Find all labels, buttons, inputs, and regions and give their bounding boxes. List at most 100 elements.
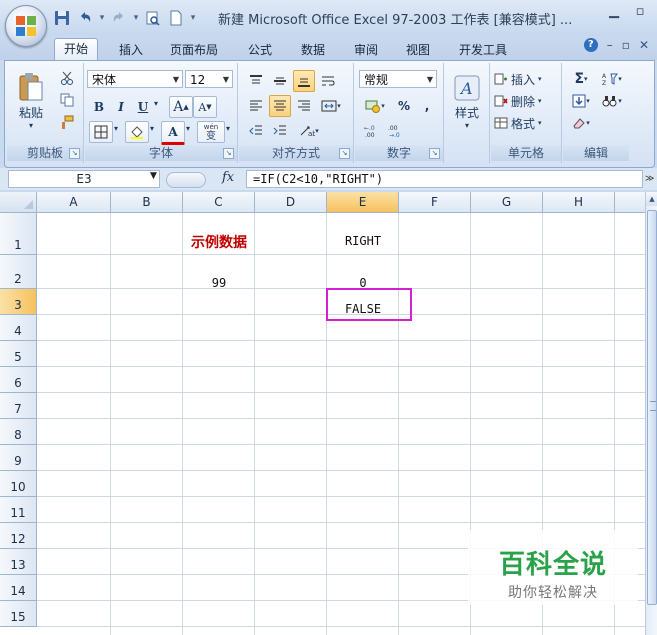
column-header-h[interactable]: H xyxy=(543,192,615,213)
tab-review[interactable]: 审阅 xyxy=(352,40,380,60)
row-header-11[interactable]: 11 xyxy=(0,497,37,523)
increase-decimal-icon[interactable]: ←.0.00 xyxy=(361,120,385,142)
column-header-a[interactable]: A xyxy=(37,192,111,213)
align-bottom-icon[interactable] xyxy=(293,70,315,92)
insert-function-button[interactable]: fx xyxy=(222,170,234,185)
row-header-6[interactable]: 6 xyxy=(0,367,37,393)
maximize-icon[interactable]: ▫ xyxy=(629,4,651,22)
borders-dropdown-icon[interactable]: ▾ xyxy=(112,124,120,133)
redo-icon[interactable] xyxy=(109,9,129,27)
tab-page-layout[interactable]: 页面布局 xyxy=(168,40,220,60)
tab-insert[interactable]: 插入 xyxy=(117,40,145,60)
tab-formulas[interactable]: 公式 xyxy=(246,40,274,60)
row-header-2[interactable]: 2 xyxy=(0,255,37,289)
borders-icon[interactable] xyxy=(89,121,113,143)
font-color-dropdown-icon[interactable]: ▾ xyxy=(184,124,192,133)
align-middle-icon[interactable] xyxy=(269,70,291,92)
underline-button[interactable]: U xyxy=(133,96,153,118)
cell-c2[interactable]: 99 xyxy=(183,276,255,290)
cut-icon[interactable] xyxy=(55,67,79,89)
font-launcher-icon[interactable]: ↘ xyxy=(223,148,234,159)
italic-button[interactable]: I xyxy=(111,96,131,118)
decrease-decimal-icon[interactable]: .00 →.0 xyxy=(385,120,409,142)
font-name-select[interactable]: 宋体 ▼ xyxy=(87,70,183,88)
row-header-4[interactable]: 4 xyxy=(0,315,37,341)
phonetic-guide-button[interactable]: wén 变 xyxy=(197,121,225,143)
sort-filter-icon[interactable]: A Z ▾ xyxy=(597,68,627,90)
formula-input[interactable]: =IF(C2<10,"RIGHT") xyxy=(246,170,643,188)
redo-dropdown-icon[interactable]: ▾ xyxy=(132,13,140,23)
name-box[interactable]: E3 xyxy=(8,170,160,188)
find-select-icon[interactable]: ▾ xyxy=(597,90,627,112)
tab-home[interactable]: 开始 xyxy=(54,38,99,61)
fill-icon[interactable]: ▾ xyxy=(567,90,595,112)
bold-button[interactable]: B xyxy=(89,96,109,118)
autosum-icon[interactable]: Σ ▾ xyxy=(567,68,595,90)
row-header-13[interactable]: 13 xyxy=(0,549,37,575)
fill-color-dropdown-icon[interactable]: ▾ xyxy=(148,124,156,133)
workbook-close-icon[interactable]: ✕ xyxy=(639,38,649,52)
paste-dropdown-icon[interactable]: ▾ xyxy=(29,121,33,130)
row-header-3[interactable]: 3 xyxy=(0,289,37,315)
delete-cells-button[interactable]: 删除 ▾ xyxy=(493,90,559,112)
styles-button[interactable]: A 样式 ▾ xyxy=(449,67,485,137)
grow-font-button[interactable]: A ▲ xyxy=(169,96,193,118)
formula-cancel-enter-icon[interactable] xyxy=(166,172,206,188)
expand-formula-bar-icon[interactable]: ≫ xyxy=(645,170,656,188)
workbook-restore-icon[interactable]: ▫ xyxy=(622,38,630,52)
format-painter-icon[interactable] xyxy=(55,111,79,133)
row-header-9[interactable]: 9 xyxy=(0,445,37,471)
scroll-up-arrow-icon[interactable]: ▲ xyxy=(646,192,657,206)
undo-icon[interactable] xyxy=(75,9,95,27)
new-document-icon[interactable] xyxy=(166,9,186,27)
row-header-12[interactable]: 12 xyxy=(0,523,37,549)
tab-view[interactable]: 视图 xyxy=(404,40,432,60)
fill-color-icon[interactable] xyxy=(125,121,149,143)
print-preview-icon[interactable] xyxy=(143,9,163,27)
workbook-minimize-icon[interactable]: – xyxy=(607,38,613,52)
paste-button[interactable]: 粘贴 ▾ xyxy=(13,67,49,135)
font-color-button[interactable]: A xyxy=(161,121,185,145)
row-header-10[interactable]: 10 xyxy=(0,471,37,497)
increase-indent-icon[interactable] xyxy=(269,120,291,142)
cell-c1[interactable]: 示例数据 xyxy=(183,232,255,252)
align-right-icon[interactable] xyxy=(293,95,315,117)
column-header-e[interactable]: E xyxy=(327,192,399,213)
row-header-15[interactable]: 15 xyxy=(0,601,37,627)
column-header-partial[interactable] xyxy=(615,192,645,213)
comma-button[interactable]: , xyxy=(417,95,437,117)
decrease-indent-icon[interactable] xyxy=(245,120,267,142)
row-header-7[interactable]: 7 xyxy=(0,393,37,419)
cell-e1[interactable]: RIGHT xyxy=(327,234,399,248)
copy-icon[interactable] xyxy=(55,89,79,111)
accounting-format-icon[interactable]: ▾ xyxy=(359,95,391,117)
row-header-5[interactable]: 5 xyxy=(0,341,37,367)
alignment-launcher-icon[interactable]: ↘ xyxy=(339,148,350,159)
undo-dropdown-icon[interactable]: ▾ xyxy=(98,13,106,23)
tab-developer[interactable]: 开发工具 xyxy=(457,40,509,60)
align-center-icon[interactable] xyxy=(269,95,291,117)
tab-data[interactable]: 数据 xyxy=(299,40,327,60)
clear-icon[interactable]: ▾ xyxy=(567,112,595,134)
row-header-8[interactable]: 8 xyxy=(0,419,37,445)
percent-button[interactable]: % xyxy=(393,95,415,117)
align-left-icon[interactable] xyxy=(245,95,267,117)
row-header-1[interactable]: 1 xyxy=(0,213,37,255)
column-header-f[interactable]: F xyxy=(399,192,471,213)
clipboard-launcher-icon[interactable]: ↘ xyxy=(69,148,80,159)
column-header-d[interactable]: D xyxy=(255,192,327,213)
column-header-b[interactable]: B xyxy=(111,192,183,213)
orientation-icon[interactable]: ab ▾ xyxy=(293,120,325,142)
underline-dropdown-icon[interactable]: ▾ xyxy=(151,99,161,108)
format-cells-button[interactable]: 格式 ▾ xyxy=(493,112,559,134)
column-header-g[interactable]: G xyxy=(471,192,543,213)
align-top-icon[interactable] xyxy=(245,70,267,92)
office-button[interactable] xyxy=(5,5,47,47)
row-header-14[interactable]: 14 xyxy=(0,575,37,601)
wrap-text-icon[interactable] xyxy=(317,70,339,92)
customize-qat-icon[interactable]: ▾ xyxy=(189,13,197,23)
shrink-font-button[interactable]: A ▼ xyxy=(193,96,217,118)
save-icon[interactable] xyxy=(52,9,72,27)
merge-center-icon[interactable]: ▾ xyxy=(317,95,345,117)
scrollbar-thumb[interactable] xyxy=(647,210,657,605)
